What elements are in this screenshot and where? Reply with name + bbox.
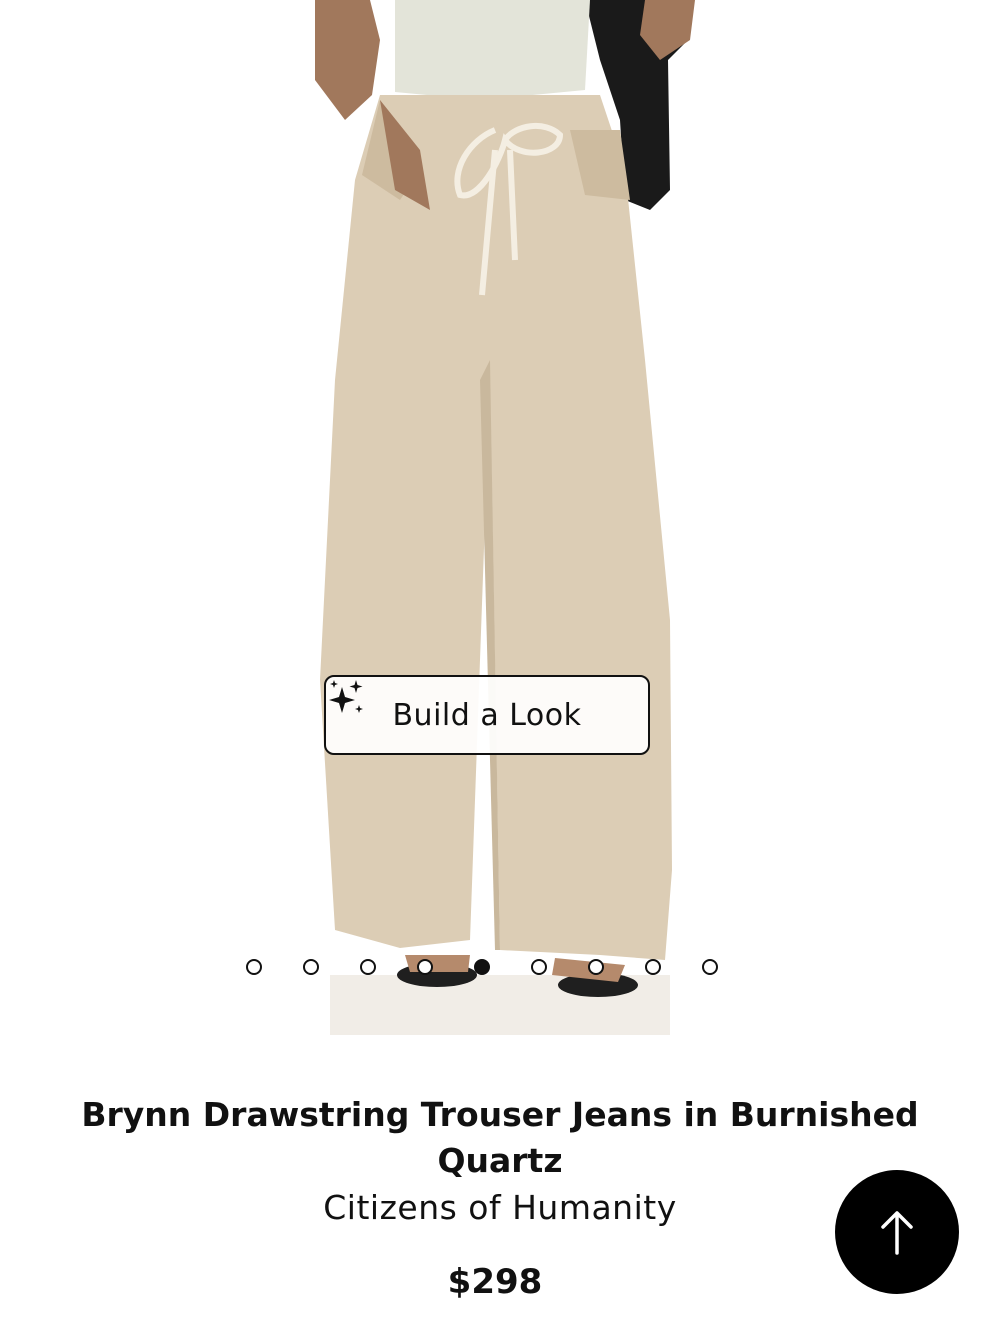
carousel-dot[interactable] (303, 959, 319, 975)
carousel-dot-active[interactable] (474, 959, 490, 975)
carousel-dot[interactable] (417, 959, 433, 975)
carousel-dot[interactable] (588, 959, 604, 975)
product-info: Brynn Drawstring Trouser Jeans in Burnis… (40, 1092, 960, 1232)
product-price: $298 (447, 1262, 543, 1302)
left-arm (315, 0, 380, 120)
top (395, 0, 590, 100)
arrow-up-icon (881, 1211, 913, 1255)
scroll-to-top-button[interactable] (835, 1170, 959, 1294)
product-photo (315, 0, 695, 1035)
build-a-look-label: Build a Look (392, 697, 582, 733)
carousel-dot[interactable] (702, 959, 718, 975)
carousel-dot[interactable] (246, 959, 262, 975)
carousel-pagination (246, 959, 718, 979)
brand-link[interactable]: Citizens of Humanity (40, 1184, 960, 1232)
product-image[interactable]: Build a Look (0, 0, 1000, 1035)
carousel-dot[interactable] (531, 959, 547, 975)
product-title: Brynn Drawstring Trouser Jeans in Burnis… (81, 1095, 919, 1180)
sparkle-icon (329, 680, 363, 713)
carousel-dot[interactable] (360, 959, 376, 975)
carousel-dot[interactable] (645, 959, 661, 975)
build-a-look-button[interactable]: Build a Look (324, 675, 650, 755)
